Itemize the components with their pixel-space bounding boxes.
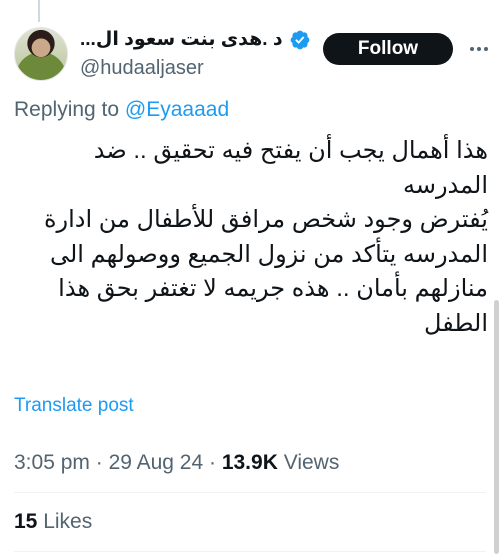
replying-to: Replying to @Eyaaaad (14, 98, 229, 122)
more-options-icon[interactable] (466, 36, 492, 62)
reply-mention-link[interactable]: @Eyaaaad (125, 98, 229, 121)
views-count: 13.9K (221, 451, 278, 474)
tweet-line: الطفل (424, 309, 488, 337)
divider (14, 551, 486, 552)
translate-post-link[interactable]: Translate post (14, 395, 134, 417)
scrollbar[interactable] (494, 300, 499, 554)
tweet-line: هذا أهمال يجب أن يفتح فيه تحقيق .. ضد (93, 137, 488, 164)
divider (14, 492, 486, 493)
tweet-date[interactable]: 29 Aug 24 (109, 451, 204, 474)
likes-label: Likes (37, 510, 93, 533)
meta-separator: · (203, 451, 222, 474)
likes-stat[interactable]: 15 Likes (14, 510, 92, 534)
tweet-time[interactable]: 3:05 pm (14, 451, 90, 474)
author-name-row[interactable]: د .هدى بنت سعود ال... (80, 28, 311, 51)
replying-prefix: Replying to (14, 98, 125, 121)
tweet-line: يُفترض وجود شخص مرافق للأطفال من ادارة (43, 206, 488, 234)
author-handle[interactable]: @hudaaljaser (80, 57, 204, 80)
tweet-line: منازلهم بأمان .. هذه جريمه لا تغتفر بحق … (58, 275, 488, 303)
avatar[interactable] (14, 27, 68, 81)
meta-separator: · (89, 451, 109, 474)
tweet-text: هذا أهمال يجب أن يفتح فيه تحقيق .. ضد ال… (14, 134, 488, 342)
display-name[interactable]: د .هدى بنت سعود ال... (80, 28, 283, 51)
tweet-line: المدرسه يتأكد من نزول الجميع ووصولهم الى (49, 240, 488, 268)
views-label: Views (277, 451, 340, 474)
tweet-line: المدرسه (402, 171, 488, 199)
thread-connector-line (38, 0, 40, 22)
likes-count: 15 (14, 510, 38, 533)
follow-button[interactable]: Follow (323, 33, 453, 65)
tweet-metadata: 3:05 pm · 29 Aug 24 · 13.9K Views (14, 451, 339, 475)
verified-badge-icon (290, 30, 310, 49)
